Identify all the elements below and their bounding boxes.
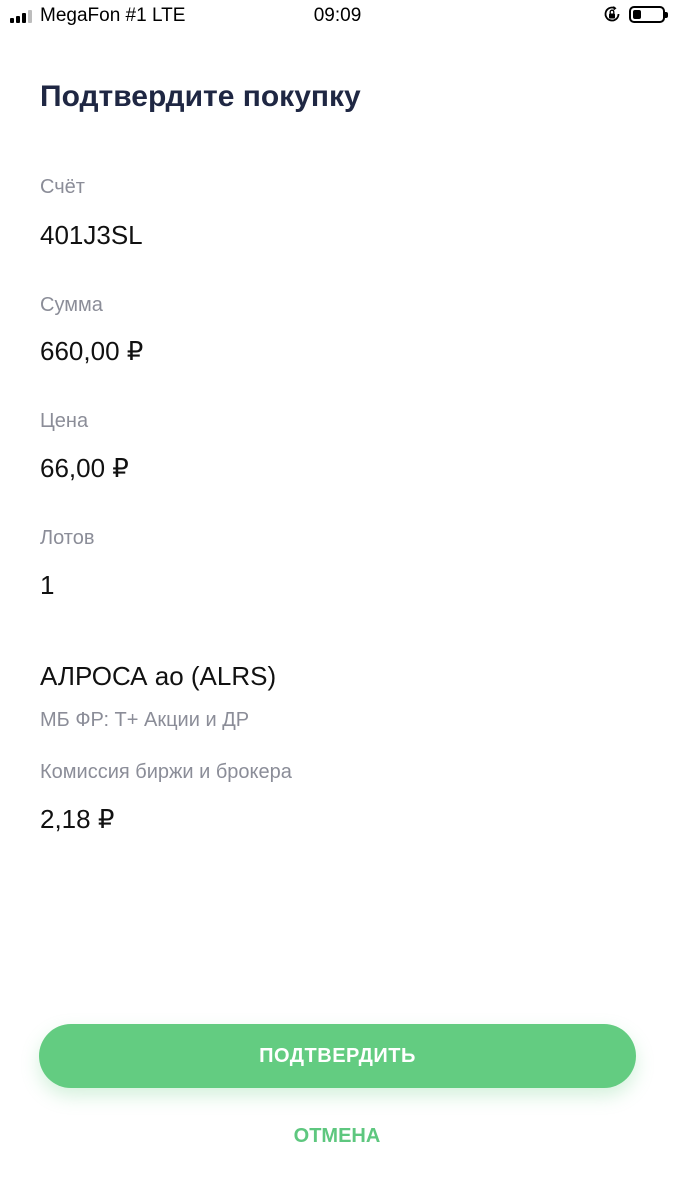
orientation-lock-icon	[604, 6, 620, 22]
lots-value: 1	[40, 570, 55, 600]
account-value: 401J3SL	[40, 220, 143, 250]
status-bar: MegaFon #1 LTE 09:09	[0, 0, 675, 34]
status-right	[603, 5, 668, 23]
amount-label: Сумма	[40, 294, 103, 316]
purchase-confirmation-screen: MegaFon #1 LTE 09:09 Подтвердите покупку…	[0, 0, 675, 1200]
commission-label: Комиссия биржи и брокера	[40, 761, 292, 783]
battery-level-fill	[633, 9, 641, 19]
instrument-market: МБ ФР: Т+ Акции и ДР	[40, 709, 250, 731]
amount-value: 660,00 ₽	[40, 336, 144, 366]
page-title: Подтвердите покупку	[40, 80, 361, 113]
account-label: Счёт	[40, 176, 85, 198]
price-label: Цена	[40, 410, 89, 432]
instrument-name: АЛРОСА ао (ALRS)	[40, 661, 277, 691]
lots-label: Лотов	[40, 527, 95, 549]
status-time: 09:09	[313, 5, 362, 26]
confirm-button[interactable]: ПОДТВЕРДИТЬ	[39, 1024, 636, 1088]
price-value: 66,00 ₽	[40, 453, 129, 483]
commission-value: 2,18 ₽	[40, 804, 115, 834]
cancel-button[interactable]: ОТМЕНА	[237, 1116, 437, 1156]
battery-icon	[629, 5, 668, 23]
